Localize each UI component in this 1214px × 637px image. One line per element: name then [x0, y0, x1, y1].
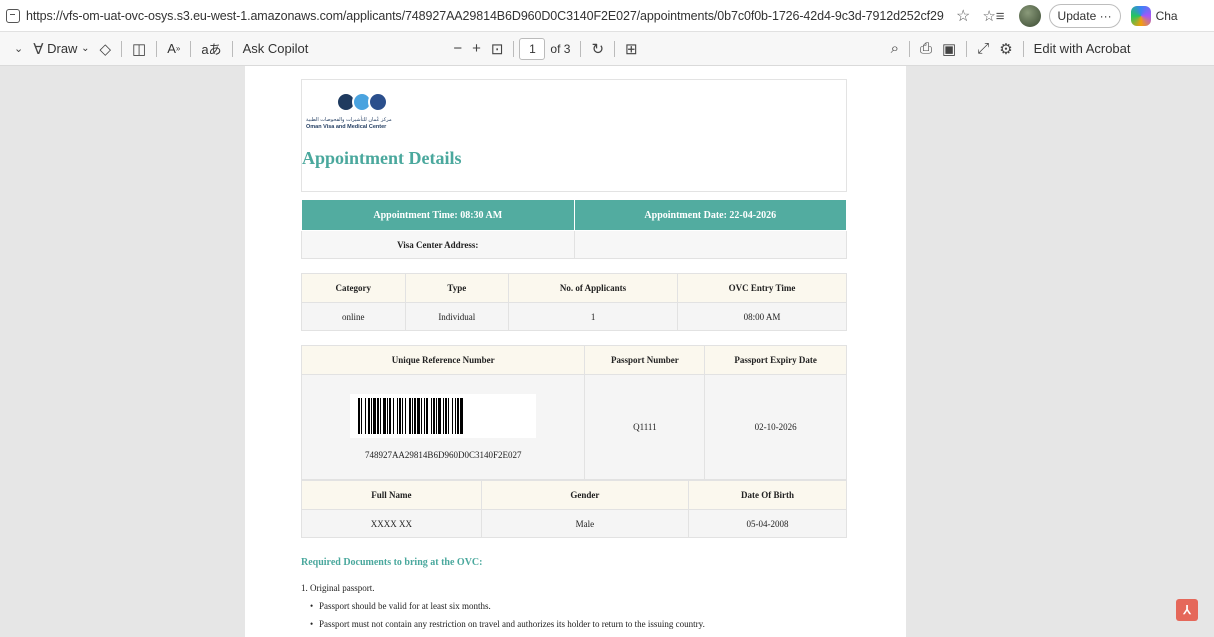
logo-check-icon — [368, 92, 388, 112]
edit-with-acrobat-button[interactable]: Edit with Acrobat — [1034, 41, 1131, 56]
toolbar-divider — [909, 40, 910, 57]
pdf-page: مركز عُمان للتأشيرات والفحوصات الطبية Om… — [245, 66, 906, 637]
list-item: 1. Original passport. — [301, 583, 375, 593]
toolbar-divider — [614, 40, 616, 57]
copilot-icon[interactable] — [1130, 5, 1151, 26]
search-icon[interactable]: ⌕ — [891, 40, 899, 57]
passport-number-cell: Q1111 — [584, 374, 706, 480]
appointment-date: Appointment Date: 22-04-2026 — [573, 199, 847, 231]
reference-cell: 748927AA29814B6D960D0C3140F2E027 — [300, 374, 586, 480]
fullscreen-icon[interactable]: ⤢ — [977, 40, 989, 57]
appointment-details-table: Category Type No. of Applicants OVC Entr… — [301, 273, 847, 331]
toolbar-divider — [231, 40, 233, 57]
read-aloud-icon: A — [167, 41, 176, 56]
print-icon[interactable]: ⎙ — [920, 40, 932, 57]
reference-number: 748927AA29814B6D960D0C3140F2E027 — [364, 450, 522, 460]
toolbar-divider — [513, 40, 515, 57]
list-item: Passport should be valid for at least si… — [310, 601, 861, 611]
category-cell: online — [301, 302, 406, 331]
entry-time-cell: 08:00 AM — [677, 302, 847, 331]
barcode-graphic — [358, 398, 464, 434]
draw-label: Draw — [47, 41, 78, 56]
table-header: Category — [301, 273, 406, 303]
toolbar-divider — [156, 40, 158, 57]
fit-page-icon[interactable]: ⊡ — [491, 40, 504, 58]
favorite-star-icon[interactable]: ☆ — [956, 6, 970, 26]
read-aloud-button[interactable]: A» — [167, 41, 180, 56]
ovc-logo — [336, 92, 396, 120]
chevron-down-icon[interactable]: ⌄ — [14, 42, 23, 55]
logo-arabic-text: مركز عُمان للتأشيرات والفحوصات الطبية — [306, 117, 392, 123]
table-header: Type — [404, 273, 510, 303]
acrobat-icon[interactable]: ⅄ — [1176, 599, 1198, 621]
toolbar-divider — [580, 40, 582, 57]
table-row: 748927AA29814B6D960D0C3140F2E027 Q1111 0… — [300, 374, 847, 480]
draw-icon: ∀ — [33, 40, 44, 58]
gender-cell: Male — [480, 509, 689, 538]
rotate-icon[interactable]: ↻ — [591, 40, 604, 58]
visa-center-label: Visa Center Address: — [301, 230, 575, 259]
appointment-summary-table: Appointment Time: 08:30 AM Appointment D… — [301, 199, 847, 259]
required-documents-title: Required Documents to bring at the OVC: — [301, 557, 483, 568]
table-header: Passport Number — [584, 345, 706, 375]
site-info-icon[interactable] — [6, 8, 20, 23]
save-icon[interactable]: ▣ — [942, 40, 956, 58]
url-field[interactable]: https://vfs-om-uat-ovc-osys.s3.eu-west-1… — [26, 9, 944, 23]
table-row: online Individual 1 08:00 AM — [301, 302, 847, 331]
update-button[interactable]: Update ··· — [1048, 3, 1121, 28]
passport-expiry-cell: 02-10-2026 — [704, 374, 847, 480]
table-header: Gender — [480, 480, 689, 510]
applicants-cell: 1 — [508, 302, 679, 331]
address-bar-actions: ☆ ☆≡ Update ··· Cha — [950, 3, 1178, 28]
page-number-input[interactable]: 1 — [519, 37, 546, 60]
logo-english-text: Oman Visa and Medical Center — [306, 124, 387, 130]
profile-avatar[interactable] — [1018, 4, 1041, 27]
zoom-in-icon[interactable]: + — [472, 40, 481, 57]
applicant-table: Full Name Gender Date Of Birth XXXX XX M… — [301, 480, 848, 538]
address-bar: https://vfs-om-uat-ovc-osys.s3.eu-west-1… — [0, 0, 1214, 32]
appointment-time: Appointment Time: 08:30 AM — [301, 199, 575, 231]
page-total: of 3 — [550, 41, 571, 56]
favorites-list-icon[interactable]: ☆≡ — [982, 7, 1004, 25]
page-title: Appointment Details — [302, 148, 462, 168]
settings-gear-icon[interactable]: ⚙ — [999, 40, 1012, 58]
type-cell: Individual — [404, 302, 510, 331]
draw-chevron-icon: ⌄ — [81, 43, 90, 54]
translate-button[interactable]: aあ — [201, 39, 221, 58]
ask-copilot-button[interactable]: Ask Copilot — [243, 41, 309, 56]
pdf-viewer[interactable]: مركز عُمان للتأشيرات والفحوصات الطبية Om… — [0, 66, 1214, 637]
eraser-icon[interactable]: ◇ — [99, 40, 111, 58]
copilot-label[interactable]: Cha — [1156, 9, 1178, 23]
required-documents-list: 1. Original passport. Passport should be… — [301, 583, 861, 637]
table-header: No. of Applicants — [508, 273, 679, 303]
update-label: Update — [1057, 8, 1097, 23]
table-header: Passport Expiry Date — [704, 345, 847, 375]
page-view-icon[interactable]: ⊞ — [625, 40, 638, 58]
table-header: Date Of Birth — [687, 480, 848, 510]
table-header: Unique Reference Number — [300, 345, 586, 375]
pdf-toolbar: ⌄ ∀ Draw ⌄ ◇ ◫ A» aあ Ask Copilot − + ⊡ 1… — [0, 32, 1214, 66]
list-item: Passport must not contain any restrictio… — [310, 619, 861, 629]
document-header: مركز عُمان للتأشيرات والفحوصات الطبية Om… — [301, 79, 847, 192]
toolbar-divider — [121, 40, 123, 57]
barcode — [350, 394, 537, 438]
toolbar-divider — [1022, 40, 1024, 57]
draw-button[interactable]: ∀ Draw ⌄ — [33, 40, 89, 58]
dob-cell: 05-04-2008 — [687, 509, 848, 538]
table-header: OVC Entry Time — [677, 273, 847, 303]
toolbar-divider — [190, 40, 192, 57]
text-box-icon[interactable]: ◫ — [132, 40, 146, 58]
reference-table: Unique Reference Number Passport Number … — [300, 345, 847, 480]
table-row: XXXX XX Male 05-04-2008 — [301, 509, 848, 538]
zoom-out-icon[interactable]: − — [453, 40, 462, 57]
table-header: Full Name — [301, 480, 482, 510]
visa-center-value — [573, 230, 847, 259]
toolbar-divider — [966, 40, 968, 57]
full-name-cell: XXXX XX — [301, 509, 482, 538]
